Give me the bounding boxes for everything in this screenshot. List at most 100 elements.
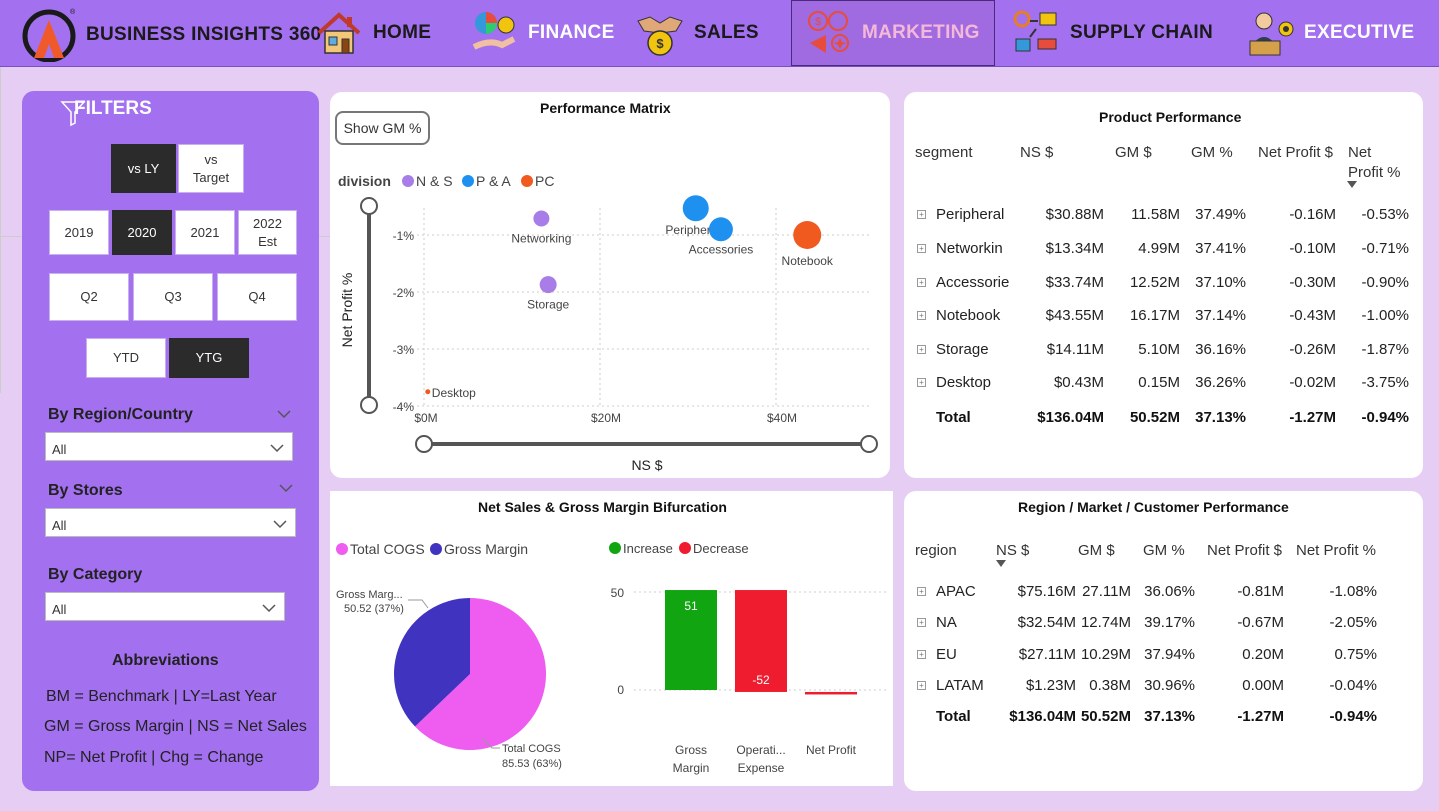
sort-desc-icon[interactable] [996,560,1006,567]
year-2019-button[interactable]: 2019 [49,210,109,255]
chevron-down-icon[interactable] [277,409,291,419]
scatter-label: Accessories [689,242,754,256]
pie-label-cogs-value: 85.53 (63%) [502,758,562,770]
chevron-down-icon [270,444,284,453]
bifurcation-title: Net Sales & Gross Margin Bifurcation [478,499,727,515]
nav-home[interactable]: HOME [315,0,431,66]
year-2021-button[interactable]: 2021 [175,210,235,255]
legend-ns: N & S [416,173,453,189]
y-tick-label: -3% [393,343,415,357]
region-dropdown[interactable]: All [45,432,293,461]
scatter-point-accessories[interactable] [708,217,733,242]
nav-supply-chain[interactable]: SUPPLY CHAIN [1012,0,1213,66]
pie-label-gm-name: Gross Marg... [336,589,403,601]
x-tick-label: Net Profit [806,743,857,757]
total-cell: -0.94% [1329,708,1377,725]
column-header[interactable]: region [915,542,957,559]
legend-dot-pa [462,175,474,187]
table-cell: EU [936,646,957,663]
expand-row-icon[interactable]: + [917,378,926,387]
quarter-q2-button[interactable]: Q2 [49,273,129,321]
x-tick-label: Operati... [736,743,785,757]
period-ytg-button[interactable]: YTG [169,338,249,378]
year-2022-est-button[interactable]: 2022 Est [238,210,297,255]
table-cell: -0.90% [1361,274,1409,291]
y-slider-handle-top[interactable] [360,197,378,215]
pie-chart [394,598,546,750]
column-header[interactable]: GM $ [1078,542,1115,559]
expand-row-icon[interactable]: + [917,681,926,690]
nav-finance-label: FINANCE [528,22,615,43]
x-tick-label: Margin [673,761,710,775]
y-slider-handle-bottom[interactable] [360,396,378,414]
expand-row-icon[interactable]: + [917,210,926,219]
period-ytd-button[interactable]: YTD [86,338,166,378]
abbreviation-line: GM = Gross Margin | NS = Net Sales [44,718,307,735]
column-header[interactable]: GM % [1191,144,1233,161]
nav-executive[interactable]: EXECUTIVE [1246,0,1414,66]
nav-marketing-label: MARKETING [862,22,980,43]
column-header[interactable]: Net [1348,144,1371,161]
table-cell: -1.87% [1361,341,1409,358]
performance-matrix-title: Performance Matrix [540,100,671,116]
quarter-q3-button[interactable]: Q3 [133,273,213,321]
legend-decrease: Decrease [693,541,749,556]
nav-finance[interactable]: FINANCE [470,0,615,66]
category-dropdown-value: All [52,602,67,617]
nav-sales[interactable]: $ SALES [636,0,759,66]
column-header[interactable]: Profit % [1348,164,1401,181]
table-cell: -0.53% [1361,206,1409,223]
expand-row-icon[interactable]: + [917,587,926,596]
brand-logo-icon: ® [22,8,76,62]
column-header[interactable]: GM % [1143,542,1185,559]
sort-desc-icon[interactable] [1347,181,1357,188]
y-axis-label: Net Profit % [339,273,355,348]
pie-label-cogs-name: Total COGS [502,743,561,755]
expand-row-icon[interactable]: + [917,278,926,287]
column-header[interactable]: Net Profit % [1296,542,1376,559]
x-tick-label: Gross [675,743,707,757]
table-cell: -3.75% [1361,374,1409,391]
column-header[interactable]: NS $ [996,542,1029,559]
stores-dropdown-value: All [52,518,67,533]
scatter-point-networking[interactable] [533,210,550,227]
year-2020-button[interactable]: 2020 [112,210,172,255]
x-slider-handle-right[interactable] [860,435,878,453]
legend-pa: P & A [476,173,511,189]
x-tick-label: $40M [767,411,797,425]
chevron-down-icon [273,520,287,529]
expand-row-icon[interactable]: + [917,244,926,253]
x-slider-handle-left[interactable] [415,435,433,453]
performance-matrix-chart: division N & S P & A PC Net Profit % -1%… [338,173,878,473]
show-gm-toggle-button[interactable]: Show GM % [335,111,430,145]
scatter-point-notebook[interactable] [793,221,822,249]
nav-marketing[interactable]: $ MARKETING [791,0,995,66]
scatter-point-peripherals[interactable] [682,195,709,222]
quarter-q4-button[interactable]: Q4 [217,273,297,321]
expand-row-icon[interactable]: + [917,618,926,627]
column-header[interactable]: Net Profit $ [1207,542,1282,559]
expand-row-icon[interactable]: + [917,345,926,354]
waterfall-bar[interactable] [805,691,857,695]
scatter-label: Networking [511,231,571,245]
column-header[interactable]: Net Profit $ [1258,144,1333,161]
expand-row-icon[interactable]: + [917,311,926,320]
expand-row-icon[interactable]: + [917,650,926,659]
column-header[interactable]: GM $ [1115,144,1152,161]
scatter-point-storage[interactable] [539,276,557,294]
abbreviations-title: Abbreviations [112,652,219,669]
scatter-point-desktop[interactable] [425,389,431,395]
executive-icon [1249,12,1294,56]
chevron-down-icon[interactable] [279,483,293,493]
category-dropdown[interactable]: All [45,592,285,621]
compare-vs-target-button[interactable]: vs Target [178,144,244,193]
waterfall-chart: 51 -52 [665,590,857,695]
nav-home-label: HOME [373,22,432,43]
x-tick-label: $20M [591,411,621,425]
stores-dropdown[interactable]: All [45,508,296,537]
svg-text:$: $ [656,36,664,51]
column-header[interactable]: segment [915,144,973,161]
compare-vs-ly-button[interactable]: vs LY [111,144,176,193]
chevron-down-icon [262,604,276,613]
column-header[interactable]: NS $ [1020,144,1053,161]
